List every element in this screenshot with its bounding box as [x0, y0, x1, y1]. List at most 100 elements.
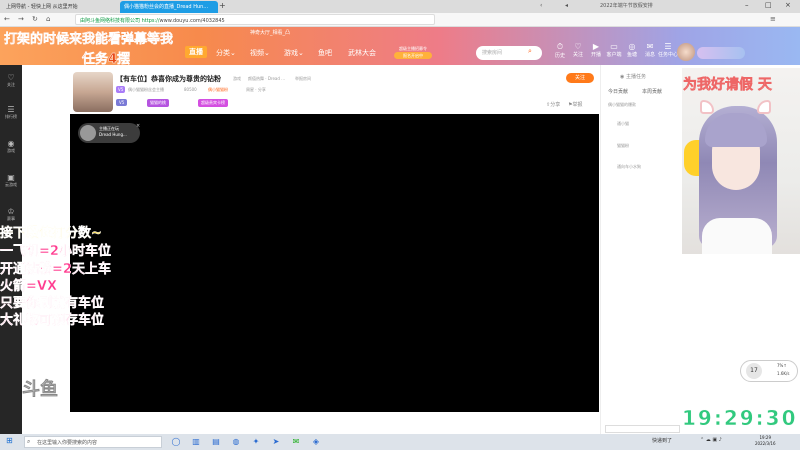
report-button[interactable]: ⚑举报 — [568, 101, 583, 108]
notice-text[interactable]: 2022年端午节放假安排 — [600, 2, 653, 9]
tray-notification[interactable]: 快递到了 — [652, 437, 672, 444]
tab-week[interactable]: 本周贡献 — [642, 88, 662, 95]
room-title: 【有车位】恭喜你成为尊贵的钻粉 — [116, 75, 221, 83]
url-host: www.douyu.com — [159, 18, 201, 24]
url-field[interactable]: 由阿斗鱼网络科技有限公司 https://www.douyu.com/40328… — [75, 14, 435, 25]
browser-tab-strip: 上网导航 - 轻快上网 从这里开始 偶小猫猫粉丝会的直播_Dread Hun..… — [0, 0, 800, 13]
gamepad-icon: ▣ — [7, 173, 15, 182]
video-player[interactable] — [70, 114, 599, 412]
start-icon[interactable]: ⊞ — [6, 436, 13, 445]
activity-icon[interactable]: ◎ 鱼塘 — [624, 42, 640, 58]
game-icon: ◉ — [7, 139, 15, 148]
close-icon[interactable]: × — [785, 1, 791, 9]
report-link[interactable]: 举报房间 — [295, 76, 311, 82]
recruit-tag-title: 超级主播招募令 — [399, 46, 427, 51]
history-icon[interactable]: ⏱ 历史 — [552, 42, 568, 59]
sidebar-item-follow[interactable]: ♡ 关注 — [0, 73, 22, 88]
tab-today[interactable]: 今日贡献 — [608, 88, 628, 95]
new-tab-button[interactable]: + — [219, 1, 226, 10]
speaker-icon[interactable]: ◂ — [565, 2, 568, 9]
overlay-line: 接下段位打分数~ — [0, 226, 102, 241]
user-banner[interactable] — [697, 47, 745, 59]
recruit-tag-sub: 报名开启中 — [394, 52, 432, 59]
digital-clock: 19:29:30 — [682, 406, 798, 431]
follow-button[interactable]: 关注 — [566, 73, 594, 83]
refresh-icon[interactable]: ↻ — [32, 15, 38, 23]
task-icon[interactable]: ☰ 任务中心 — [657, 42, 679, 58]
level-badge: V5 — [116, 86, 126, 93]
webcam-caption: 为我好请假 天 — [683, 77, 772, 94]
panel-header[interactable]: ◉ 主播任务 — [620, 73, 646, 80]
fans-count: 80500 — [184, 87, 197, 92]
sidebar-item-rank[interactable]: ☰ 排行榜 — [0, 105, 22, 120]
follow-icon[interactable]: ♡ 关注 — [570, 42, 586, 58]
overlay-banner-line2: 任务4摆 — [82, 52, 131, 67]
panel-item: 通向车小水狗 — [617, 164, 641, 169]
overlay-line: 大礼物可预存车位 — [0, 313, 105, 328]
taskview-icon[interactable]: ▥ — [190, 436, 202, 448]
wechat-icon[interactable]: ✉ — [290, 436, 302, 448]
taskbar-search[interactable]: 在这里输入你要搜索的内容 — [24, 436, 162, 448]
nav-video[interactable]: 视频⌄ — [250, 48, 270, 58]
heart-icon: ♡ — [7, 73, 15, 82]
rank-text[interactable]: 周星 · 分享 — [246, 87, 266, 93]
nav-live[interactable]: 直播 — [185, 46, 207, 58]
sidebar-item-games[interactable]: ◉ 游戏 — [0, 139, 22, 154]
message-icon[interactable]: ✉ 消息 — [642, 42, 658, 58]
app-icon[interactable]: ➤ — [270, 436, 282, 448]
edge-icon[interactable]: ◍ — [230, 436, 242, 448]
right-panel — [600, 65, 680, 435]
badge-cat[interactable]: 猫猫的桃 — [147, 99, 169, 107]
panel-item: 猫猫粉 — [617, 143, 629, 148]
search-icon: ⌕ — [27, 438, 31, 445]
anchor-tag-close-icon[interactable]: × — [136, 123, 140, 129]
fans-club[interactable]: 偶小猫猫粉丝会主播 — [128, 87, 164, 93]
recruit-tag[interactable]: 超级主播招募令 报名开启中 — [394, 45, 432, 61]
url-scheme: https:// — [141, 18, 160, 24]
share-button[interactable]: ⇪分享 — [546, 101, 560, 108]
url-owner: 由阿斗鱼网络科技有限公司 — [80, 18, 141, 24]
task-view-icon[interactable]: ◯ — [170, 436, 182, 448]
taskbar: ⊞ 在这里输入你要搜索的内容 ⌕ ◯ ▥ ▤ ◍ ✦ ➤ ✉ ◈ 快递到了 ⌃ … — [0, 434, 800, 450]
nav-wulin[interactable]: 武林大会 — [348, 48, 376, 58]
badge-v5[interactable]: V5 — [116, 99, 128, 106]
badge-vip[interactable]: 超级贵宾卡榜 — [198, 99, 228, 107]
client-icon[interactable]: ▭ 客户端 — [606, 42, 622, 58]
forward-icon[interactable]: → — [18, 15, 24, 23]
webcam-body — [702, 218, 772, 254]
nav-yuba[interactable]: 鱼吧 — [318, 48, 332, 58]
nav-category[interactable]: 分类⌄ — [216, 48, 236, 58]
live-icon[interactable]: ▶ 开播 — [588, 42, 604, 58]
overlay-banner-line1: 打架的时候来我能看弹幕等我 — [4, 32, 174, 47]
cat-ear-right — [757, 100, 771, 114]
list-icon: ☰ — [7, 105, 15, 114]
more-tabs-icon[interactable]: ‹ — [540, 2, 542, 9]
sidebar-item-cloud-game[interactable]: ▣ 云游戏 — [0, 173, 22, 188]
menu-icon[interactable]: ≡ — [770, 15, 776, 23]
search-icon[interactable]: ⌕ — [528, 47, 532, 56]
anchor-avatar — [80, 125, 96, 141]
room-breadcrumb[interactable]: 颜值热舞 · Dread ... — [248, 76, 285, 82]
header-side-note: 神奇大厅_相看_凸 — [250, 30, 291, 36]
panel-item: 偶小猫猫的爆款 — [608, 102, 636, 107]
sidebar-item-events[interactable]: ♔ 赛事 — [0, 207, 22, 222]
user-avatar[interactable] — [677, 43, 695, 61]
steam-icon[interactable]: ◈ — [310, 436, 322, 448]
back-icon[interactable]: ← — [4, 15, 10, 23]
search-input[interactable]: 搜索房间 — [476, 46, 542, 60]
file-explorer-icon[interactable]: ▤ — [210, 436, 222, 448]
chat-input[interactable] — [605, 425, 680, 433]
room-category[interactable]: 游戏 — [233, 76, 241, 82]
speed-up: 7%↑ — [777, 363, 787, 368]
nav-games[interactable]: 游戏⌄ — [284, 48, 304, 58]
streamer-avatar[interactable] — [73, 72, 113, 112]
browser-tab[interactable]: 上网导航 - 轻快上网 从这里开始 — [2, 1, 120, 13]
tray-icons[interactable]: ⌃ ☁ ▣ ♪ — [700, 437, 722, 443]
home-icon[interactable]: ⌂ — [46, 15, 50, 23]
taskbar-clock[interactable]: 19:29 2022/3/16 — [755, 435, 776, 447]
browser-tab-active[interactable]: 偶小猫猫粉丝会的直播_Dread Hun... — [120, 1, 218, 13]
game-icon[interactable]: ✦ — [250, 436, 262, 448]
watermark-logo: 斗鱼 — [22, 379, 58, 400]
maximize-icon[interactable]: □ — [765, 1, 772, 9]
minimize-icon[interactable]: – — [745, 1, 749, 9]
